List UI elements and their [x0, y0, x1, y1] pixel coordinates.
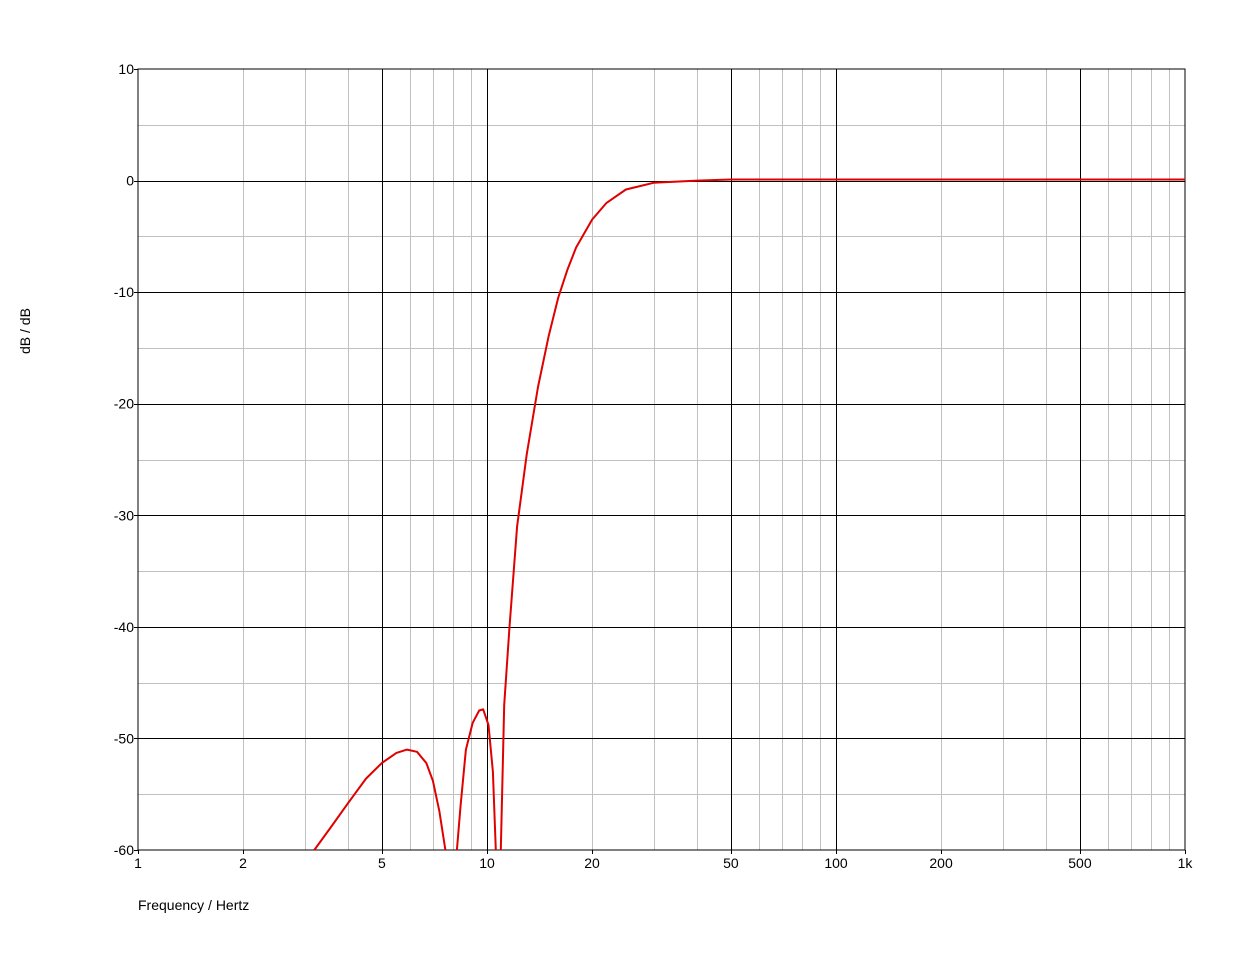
- plot-frame: [137, 68, 1186, 851]
- series-line-segment: [499, 178, 1185, 851]
- x-tick-label: 1k: [1178, 855, 1194, 871]
- x-tick-label: 1: [134, 855, 142, 871]
- y-axis-ticks: 10 0 -10 -20 -30 -40 -50 -60: [114, 61, 138, 858]
- series-line-segment: [313, 748, 447, 851]
- y-tick-label: -40: [114, 619, 134, 635]
- major-gridlines: [138, 69, 1185, 850]
- y-tick-label: 0: [126, 173, 134, 189]
- y-tick-label: -10: [114, 284, 134, 300]
- x-tick-label: 5: [378, 855, 386, 871]
- series-line-segment: [455, 708, 497, 851]
- x-tick-label: 2: [239, 855, 247, 871]
- series-group: [313, 178, 1185, 851]
- x-tick-label: 500: [1068, 855, 1092, 871]
- x-tick-label: 10: [479, 855, 495, 871]
- x-tick-label: 100: [824, 855, 848, 871]
- y-tick-label: -30: [114, 507, 134, 523]
- y-tick-label: 10: [118, 61, 134, 77]
- x-tick-label: 200: [929, 855, 953, 871]
- x-tick-label: 50: [723, 855, 739, 871]
- x-axis-label: Frequency / Hertz: [138, 897, 249, 913]
- y-tick-label: -60: [114, 842, 134, 858]
- x-axis-ticks: 1 2 5 10 20 50 100 200 500 1k: [134, 850, 1193, 871]
- y-tick-label: -20: [114, 396, 134, 412]
- x-tick-label: 20: [584, 855, 600, 871]
- frequency-response-chart: 100-10-20-30-40-50-60 1 2 5 10 20 50 100 200 500…: [17, 61, 1193, 913]
- y-tick-label: -50: [114, 730, 134, 746]
- y-axis-label: dB / dB: [17, 308, 33, 354]
- minor-gridlines: [138, 69, 1185, 850]
